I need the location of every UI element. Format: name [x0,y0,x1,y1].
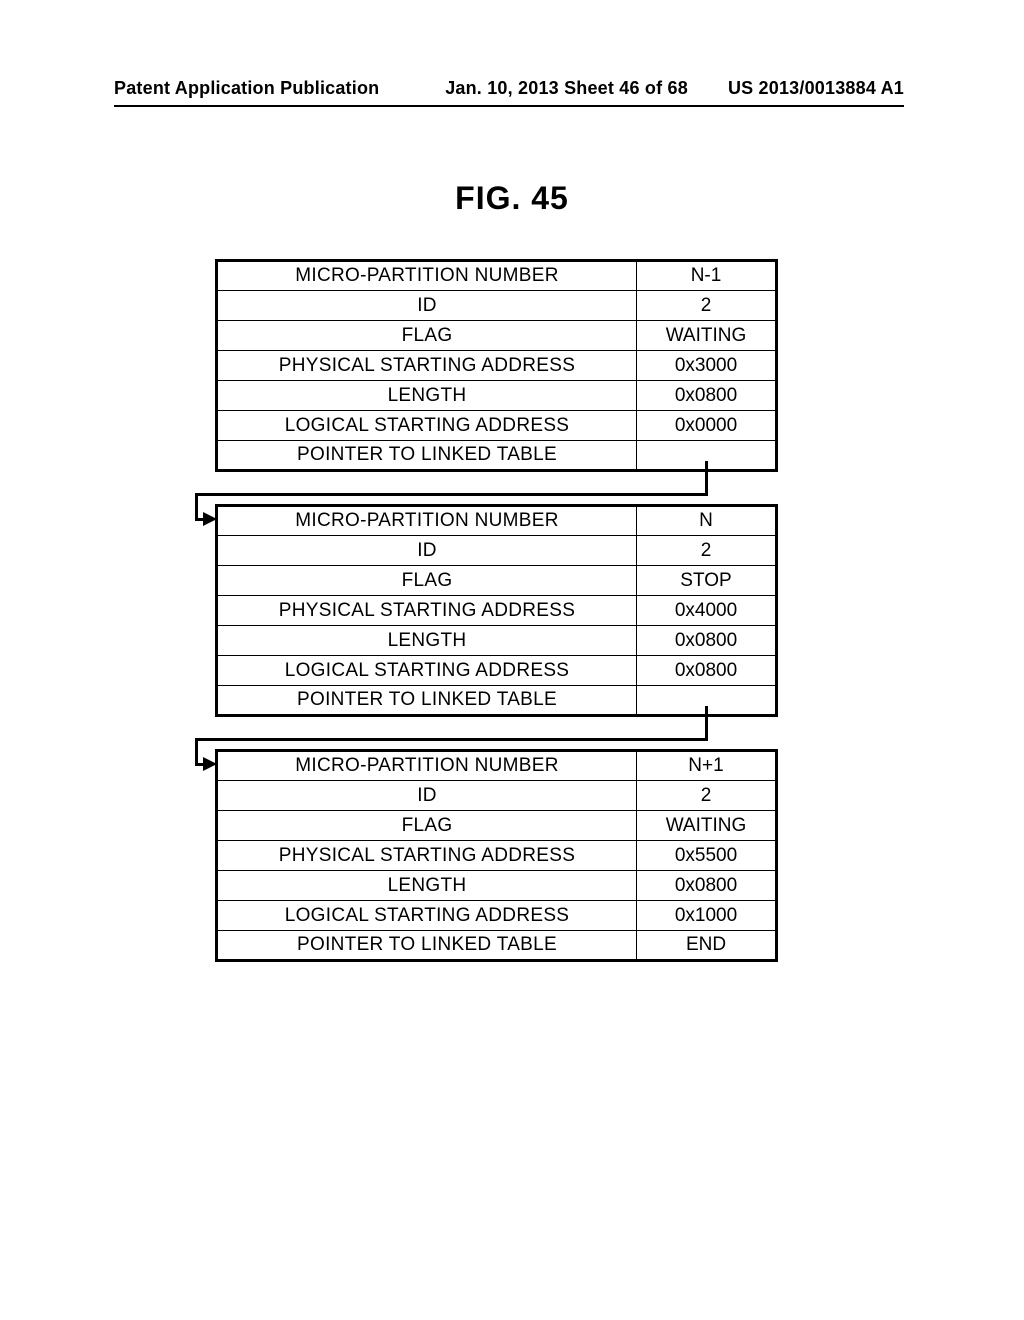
label-physical-starting-address: PHYSICAL STARTING ADDRESS [217,351,637,381]
label-id: ID [217,536,637,566]
value-id: 2 [637,536,777,566]
value-length: 0x0800 [637,626,777,656]
label-flag: FLAG [217,566,637,596]
label-length: LENGTH [217,381,637,411]
label-id: ID [217,781,637,811]
value-pointer-to-linked-table: END [637,931,777,961]
label-logical-starting-address: LOGICAL STARTING ADDRESS [217,901,637,931]
label-pointer-to-linked-table: POINTER TO LINKED TABLE [217,931,637,961]
value-logical-starting-address: 0x0800 [637,656,777,686]
table-block-3: MICRO-PARTITION NUMBER N+1 ID 2 FLAG WAI… [0,749,1024,962]
value-flag: WAITING [637,321,777,351]
figure-title: FIG. 45 [0,180,1024,217]
label-pointer-to-linked-table: POINTER TO LINKED TABLE [217,686,637,716]
value-length: 0x0800 [637,871,777,901]
value-micro-partition-number: N-1 [637,261,777,291]
value-logical-starting-address: 0x0000 [637,411,777,441]
value-flag: WAITING [637,811,777,841]
table-1: MICRO-PARTITION NUMBER N-1 ID 2 FLAG WAI… [215,259,778,472]
label-physical-starting-address: PHYSICAL STARTING ADDRESS [217,596,637,626]
header-left: Patent Application Publication [114,78,401,99]
value-micro-partition-number: N+1 [637,751,777,781]
label-micro-partition-number: MICRO-PARTITION NUMBER [217,261,637,291]
label-micro-partition-number: MICRO-PARTITION NUMBER [217,751,637,781]
label-logical-starting-address: LOGICAL STARTING ADDRESS [217,411,637,441]
value-flag: STOP [637,566,777,596]
value-pointer-to-linked-table [637,686,777,716]
label-length: LENGTH [217,871,637,901]
table-3: MICRO-PARTITION NUMBER N+1 ID 2 FLAG WAI… [215,749,778,962]
label-flag: FLAG [217,321,637,351]
value-pointer-to-linked-table [637,441,777,471]
label-micro-partition-number: MICRO-PARTITION NUMBER [217,506,637,536]
label-flag: FLAG [217,811,637,841]
table-block-1: MICRO-PARTITION NUMBER N-1 ID 2 FLAG WAI… [0,259,1024,472]
label-logical-starting-address: LOGICAL STARTING ADDRESS [217,656,637,686]
value-physical-starting-address: 0x3000 [637,351,777,381]
value-physical-starting-address: 0x4000 [637,596,777,626]
header-center: Jan. 10, 2013 Sheet 46 of 68 [401,78,728,99]
table-block-2: MICRO-PARTITION NUMBER N ID 2 FLAG STOP … [0,504,1024,717]
value-physical-starting-address: 0x5500 [637,841,777,871]
value-id: 2 [637,781,777,811]
value-length: 0x0800 [637,381,777,411]
value-id: 2 [637,291,777,321]
header-right: US 2013/0013884 A1 [728,78,904,99]
label-pointer-to-linked-table: POINTER TO LINKED TABLE [217,441,637,471]
page-header: Patent Application Publication Jan. 10, … [114,78,904,107]
page: Patent Application Publication Jan. 10, … [0,0,1024,1320]
value-micro-partition-number: N [637,506,777,536]
label-id: ID [217,291,637,321]
tables-container: MICRO-PARTITION NUMBER N-1 ID 2 FLAG WAI… [0,245,1024,962]
table-2: MICRO-PARTITION NUMBER N ID 2 FLAG STOP … [215,504,778,717]
label-length: LENGTH [217,626,637,656]
value-logical-starting-address: 0x1000 [637,901,777,931]
label-physical-starting-address: PHYSICAL STARTING ADDRESS [217,841,637,871]
